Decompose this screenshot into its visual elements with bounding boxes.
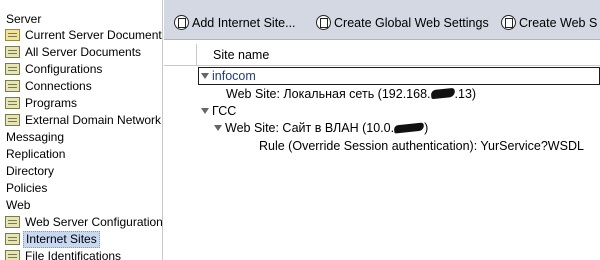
nav-section-directory[interactable]: Directory bbox=[4, 163, 56, 180]
nav-item-all-server-documents[interactable]: All Server Documents bbox=[2, 44, 143, 61]
twisty-expanded-icon[interactable] bbox=[214, 125, 222, 131]
view-icon bbox=[5, 114, 20, 126]
document-row-local-site[interactable]: Web Site: Локальная сеть (192.168. .13) bbox=[226, 85, 476, 103]
document-row-vlan-site[interactable]: Web Site: Сайт в ВЛАН (10.0.) bbox=[214, 119, 428, 137]
view-icon bbox=[5, 233, 20, 245]
view-icon bbox=[5, 46, 20, 58]
document-row-rule[interactable]: Rule (Override Session authentication): … bbox=[259, 137, 584, 155]
twisty-expanded-icon[interactable] bbox=[201, 73, 209, 79]
nav-item-file-identifications[interactable]: File Identifications bbox=[2, 248, 123, 260]
navigator-pane: Server Current Server Document All Serve… bbox=[0, 0, 163, 260]
view-icon bbox=[5, 216, 20, 228]
nav-item-internet-sites[interactable]: Internet Sites bbox=[2, 231, 100, 248]
category-row-infocom[interactable]: infocom bbox=[201, 67, 256, 85]
nav-item-configurations[interactable]: Configurations bbox=[2, 61, 104, 78]
column-header-site-name[interactable]: Site name bbox=[196, 44, 600, 66]
create-web-site-button[interactable]: Create Web S bbox=[501, 13, 597, 33]
category-row-gss[interactable]: ГСС bbox=[201, 102, 236, 120]
add-internet-site-button[interactable]: Add Internet Site... bbox=[174, 13, 296, 33]
view-selection-margin bbox=[164, 44, 196, 66]
nav-section-replication[interactable]: Replication bbox=[4, 146, 67, 163]
twisty-expanded-icon[interactable] bbox=[201, 108, 209, 114]
document-button-icon bbox=[174, 15, 189, 30]
redaction-mark bbox=[430, 87, 455, 100]
document-button-icon bbox=[501, 15, 516, 30]
nav-section-policies[interactable]: Policies bbox=[4, 180, 49, 197]
nav-section-server[interactable]: Server bbox=[4, 11, 43, 28]
create-global-web-settings-button[interactable]: Create Global Web Settings bbox=[316, 13, 489, 33]
action-bar: Add Internet Site... Create Global Web S… bbox=[164, 0, 600, 40]
selected-row-outline bbox=[198, 67, 600, 85]
document-button-icon bbox=[316, 15, 331, 30]
nav-section-web[interactable]: Web bbox=[4, 197, 32, 214]
view-icon bbox=[5, 63, 20, 75]
view-icon bbox=[5, 80, 20, 92]
nav-item-external-domain-network-info[interactable]: External Domain Network Info bbox=[2, 112, 162, 129]
view-icon bbox=[5, 97, 20, 109]
redaction-mark bbox=[393, 122, 425, 134]
server-document-icon bbox=[5, 29, 20, 41]
nav-item-programs[interactable]: Programs bbox=[2, 95, 79, 112]
view-icon bbox=[5, 250, 20, 260]
nav-item-web-server-configurations[interactable]: Web Server Configurations bbox=[2, 214, 162, 231]
nav-section-messaging[interactable]: Messaging bbox=[4, 129, 66, 146]
nav-item-connections[interactable]: Connections bbox=[2, 78, 94, 95]
nav-item-current-server-document[interactable]: Current Server Document bbox=[2, 27, 162, 44]
